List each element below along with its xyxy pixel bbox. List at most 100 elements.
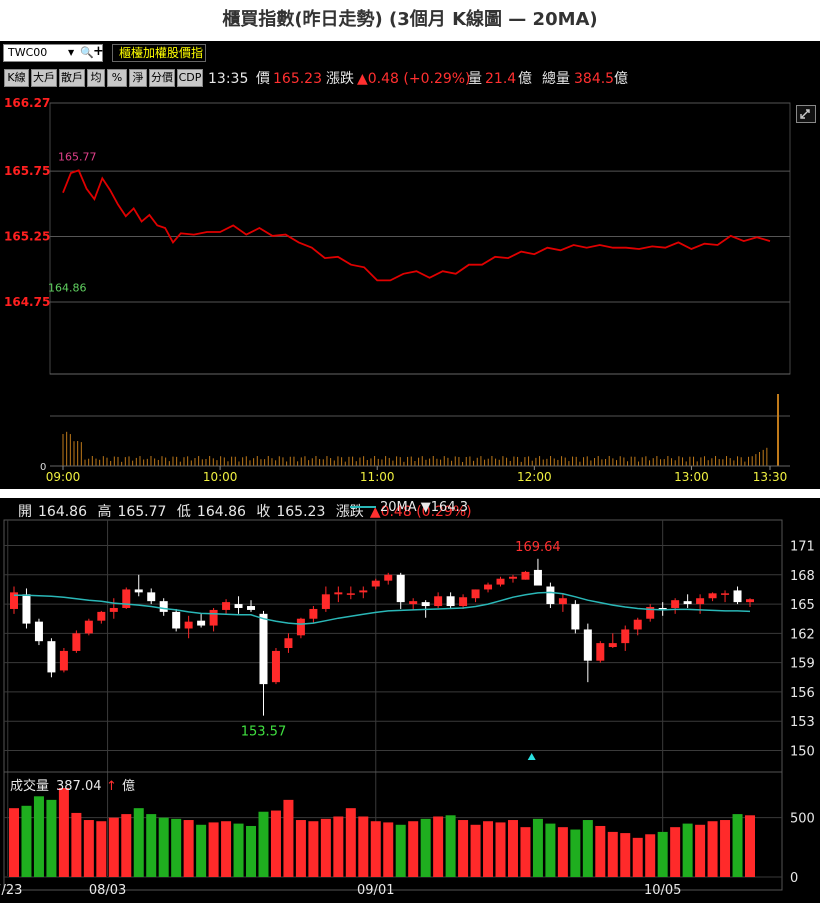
- price-line: [62, 169, 771, 282]
- volume-bar: [483, 821, 494, 877]
- kline-x-tick-label: 10/05: [644, 883, 681, 898]
- volume-bar: [71, 812, 82, 877]
- volume-bar: [433, 816, 444, 877]
- volume-bar: [632, 837, 643, 877]
- candle-body: [721, 593, 730, 595]
- candle-body: [708, 593, 717, 599]
- candle-body: [446, 596, 455, 607]
- kline-y-tick-label: 168: [790, 569, 815, 584]
- candle-body: [683, 601, 692, 605]
- candle-body: [209, 609, 218, 626]
- candle-body: [34, 621, 43, 642]
- candle-body: [346, 593, 355, 595]
- volume-bar: [345, 808, 356, 877]
- volume-bar: [358, 816, 369, 877]
- x-tick-label: 13:00: [674, 470, 709, 484]
- candle-body: [621, 629, 630, 644]
- volume-bar: [221, 821, 232, 877]
- candle-body: [47, 641, 56, 673]
- candle-body: [608, 643, 617, 648]
- volume-bar: [645, 834, 656, 877]
- candle-body: [471, 589, 480, 599]
- candle-body: [359, 590, 368, 593]
- volume-value: 387.04: [56, 779, 102, 794]
- y-tick-label: 165.75: [4, 164, 50, 178]
- volume-bar: [333, 816, 344, 877]
- volume-bar: [570, 829, 581, 877]
- volume-bar: [707, 821, 718, 877]
- volume-bar: [458, 820, 469, 877]
- volume-bar: [233, 823, 244, 877]
- candle-body: [172, 611, 181, 629]
- volume-bar: [208, 822, 219, 877]
- volume-bar: [21, 805, 32, 877]
- candle-body: [409, 601, 418, 605]
- volume-bar: [171, 818, 182, 877]
- candle-body: [134, 589, 143, 593]
- kline-x-tick-label: 09/01: [357, 883, 394, 898]
- candle-body: [109, 607, 118, 612]
- y-tick-label: 165.25: [4, 230, 50, 244]
- volume-bar: [58, 788, 69, 877]
- candle-body: [259, 613, 268, 685]
- candle-body: [197, 620, 206, 626]
- kline-x-tick-label: 7/23: [0, 883, 22, 898]
- price-plot-frame: [49, 102, 791, 375]
- intraday-chart: 166.27165.75165.25164.750165.77164.8609:…: [4, 96, 791, 484]
- volume-bar: [520, 827, 531, 877]
- candle-body: [222, 602, 231, 610]
- volume-bar: [395, 824, 406, 877]
- volume-bar: [695, 824, 706, 877]
- kline-y-tick-label: 150: [790, 744, 815, 759]
- candle-body: [384, 574, 393, 581]
- candle-body: [22, 594, 31, 624]
- candle-body: [546, 586, 555, 605]
- kline-y-tick-label: 162: [790, 627, 815, 642]
- candle-body: [671, 600, 680, 608]
- volume-bar: [270, 810, 281, 877]
- candle-body: [284, 638, 293, 648]
- kline-y-tick-label: 165: [790, 598, 815, 613]
- candle-body: [122, 589, 131, 608]
- candle-body: [508, 576, 517, 579]
- x-tick-label: 13:30: [753, 470, 788, 484]
- candle-body: [596, 643, 605, 661]
- candle-body: [234, 604, 243, 608]
- volume-bar: [133, 808, 144, 877]
- volume-unit: 億: [122, 778, 135, 794]
- x-tick-label: 12:00: [517, 470, 552, 484]
- volume-bar: [383, 822, 394, 877]
- candle-body: [633, 619, 642, 630]
- high-annotation: 169.64: [515, 540, 561, 555]
- volume-bar: [532, 818, 543, 877]
- high-annotation: 165.77: [58, 150, 97, 163]
- low-annotation: 153.57: [241, 725, 287, 740]
- candle-body: [184, 621, 193, 629]
- volume-bar: [682, 823, 693, 877]
- y-tick-label: 166.27: [4, 96, 50, 110]
- volume-bar: [745, 815, 755, 877]
- volume-bar: [320, 818, 331, 877]
- page-title: 櫃買指數(昨日走勢) (3個月 K線圖 — 20MA): [222, 9, 598, 30]
- volume-bar: [720, 820, 731, 877]
- kline-panel: 開 164.86 高 165.77 低 164.86 收 165.23 漲跌 ▲0.48 …: [0, 498, 820, 903]
- volume-bar: [607, 831, 618, 877]
- volume-bar: [370, 821, 381, 877]
- volume-bar: [470, 824, 481, 877]
- volume-bar: [545, 823, 556, 877]
- volume-bar: [96, 821, 107, 877]
- volume-bar: [420, 818, 431, 877]
- volume-bar: [246, 825, 257, 877]
- candle-body: [271, 650, 280, 683]
- candle-body: [459, 597, 468, 607]
- volume-bar: [33, 796, 44, 877]
- volume-bar: [283, 799, 294, 877]
- volume-bar: [595, 825, 606, 877]
- volume-y-tick-label: 0: [790, 871, 798, 886]
- candle-body: [521, 571, 530, 580]
- candle-body: [484, 584, 493, 590]
- volume-bar: [108, 817, 119, 877]
- volume-bar: [146, 814, 157, 877]
- candle-body: [334, 592, 343, 595]
- candle-body: [147, 592, 156, 602]
